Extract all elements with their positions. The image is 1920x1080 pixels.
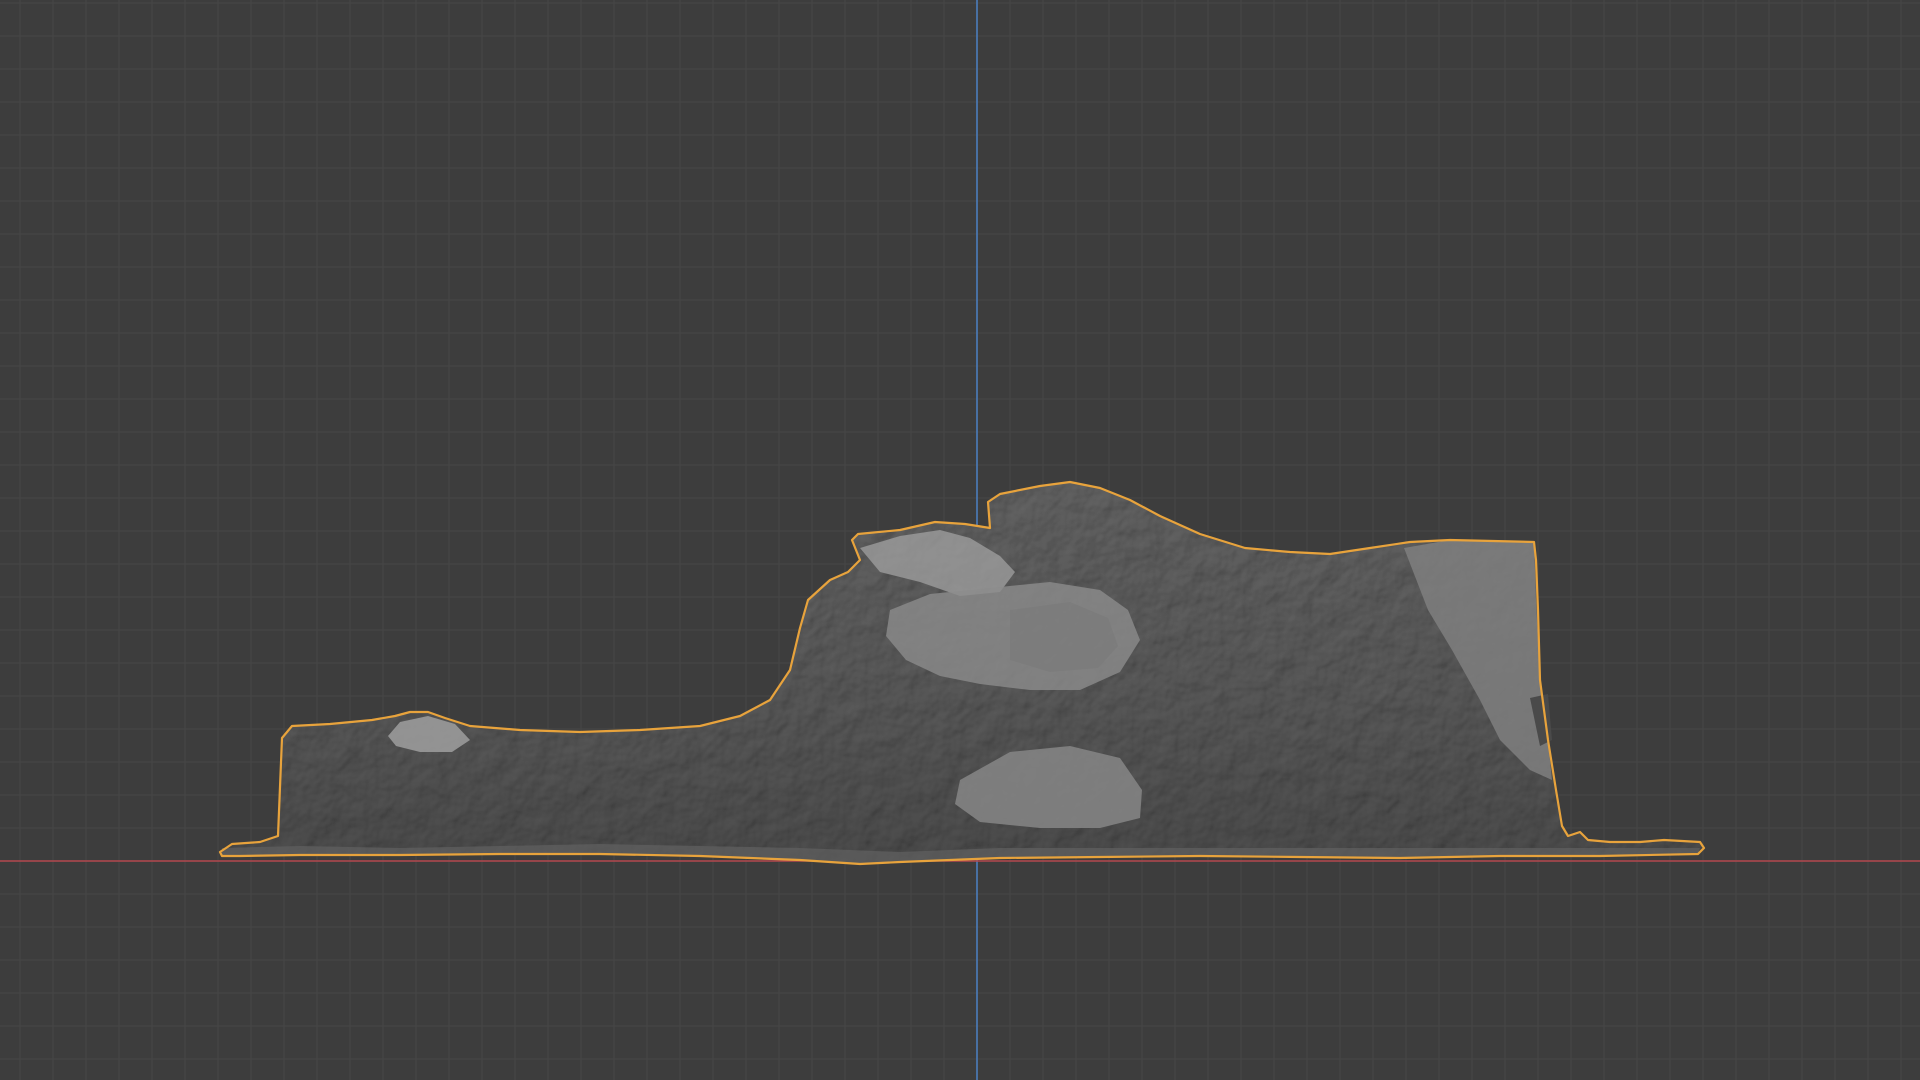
3d-viewport[interactable] (0, 0, 1920, 1080)
mesh-object[interactable] (218, 480, 1706, 866)
viewport-scene (0, 0, 1920, 1080)
